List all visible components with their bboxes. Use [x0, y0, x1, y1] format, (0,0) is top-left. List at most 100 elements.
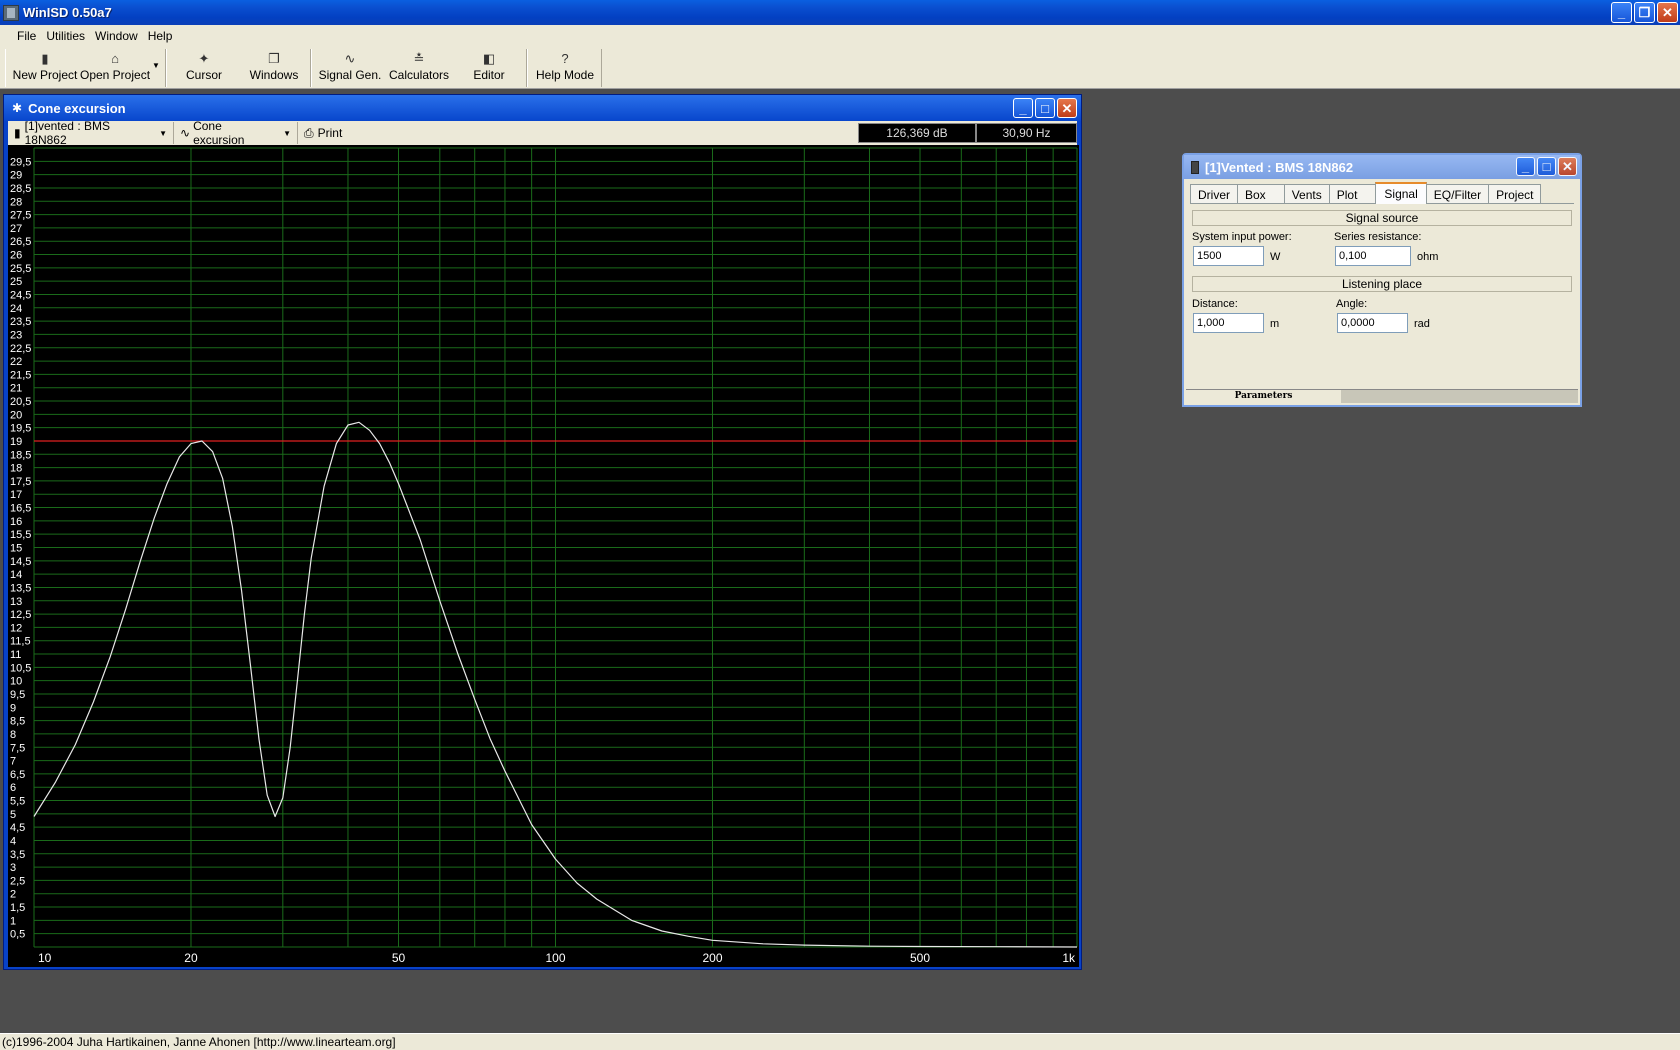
windows-label: Windows: [249, 68, 299, 82]
cone-excursion-titlebar[interactable]: ✱ Cone excursion _ □ ✕: [4, 95, 1081, 121]
signal-tab-panel: Signal source System input power: 1500 W…: [1190, 203, 1574, 383]
y-tick-label: 21,5: [10, 369, 31, 381]
restore-button[interactable]: ❐: [1634, 2, 1655, 23]
cone-excursion-title: Cone excursion: [28, 100, 126, 116]
project-select-value: [1]vented : BMS 18N862: [24, 119, 110, 147]
tab-driver[interactable]: Driver: [1190, 184, 1238, 204]
new-project-icon: ▮: [41, 51, 49, 66]
y-tick-label: 4,5: [10, 822, 25, 834]
vented-params-window[interactable]: [1]Vented : BMS 18N862 _ □ ✕ Driver Box …: [1182, 153, 1582, 407]
calculator-icon: ≛: [413, 51, 425, 66]
y-tick-label: 29,5: [10, 156, 31, 168]
open-project-button[interactable]: ⌂ Open Project: [80, 51, 150, 87]
signal-generator-icon: ∿: [344, 51, 356, 66]
distance-label: Distance:: [1192, 298, 1238, 310]
menu-help[interactable]: Help: [143, 29, 178, 43]
y-tick-label: 13: [10, 596, 22, 608]
resistance-unit: ohm: [1417, 251, 1439, 263]
cone-excursion-plot[interactable]: 29,5 29 28,5 28 27,5 27 26,5 26 25,5 25 24,5 24 23,5…: [8, 145, 1079, 967]
y-tick-label: 27: [10, 223, 22, 235]
x-tick-label: 500: [910, 951, 930, 965]
params-caption-buttons: _ □ ✕: [1516, 157, 1577, 176]
y-tick-label: 15: [10, 543, 22, 555]
tab-eq-filter[interactable]: EQ/Filter: [1425, 184, 1490, 204]
project-select[interactable]: ▮ [1]vented : BMS 18N862 ▼: [8, 119, 174, 147]
print-button[interactable]: ⎙ Print: [298, 122, 348, 144]
system-input-power-field[interactable]: 1500: [1193, 246, 1264, 266]
tab-project[interactable]: Project: [1488, 184, 1542, 204]
signal-gen-button[interactable]: ∿ Signal Gen.: [319, 51, 382, 87]
y-tick-label: 1: [10, 915, 16, 927]
y-tick-label: 24,5: [10, 289, 31, 301]
params-close-button[interactable]: ✕: [1558, 157, 1577, 176]
series-resistance-field[interactable]: 0,100: [1335, 246, 1411, 266]
editor-label: Editor: [473, 68, 505, 82]
y-tick-label: 16,5: [10, 503, 31, 515]
y-tick-label: 18,5: [10, 449, 31, 461]
tab-vents[interactable]: Vents: [1283, 184, 1330, 204]
y-tick-label: 8: [10, 729, 16, 741]
help-mode-button[interactable]: ? Help Mode: [536, 51, 594, 87]
new-project-label: New Project: [12, 68, 78, 82]
y-tick-label: 13,5: [10, 582, 31, 594]
params-maximize-button[interactable]: □: [1537, 157, 1556, 176]
tab-signal[interactable]: Signal: [1375, 182, 1427, 204]
new-project-button[interactable]: ▮ New Project: [12, 51, 78, 87]
y-tick-label: 14: [10, 569, 22, 581]
y-tick-label: 28,5: [10, 183, 31, 195]
graph-type-dropdown-icon: ▼: [283, 128, 291, 138]
graph-window-caption-buttons: _ □ ✕: [1013, 98, 1077, 118]
system-input-power-label: System input power:: [1192, 231, 1292, 243]
parameters-bottom-tab[interactable]: Parameters: [1186, 390, 1341, 403]
graph-maximize-button[interactable]: □: [1035, 98, 1055, 118]
windows-button[interactable]: ❐ Windows: [246, 51, 302, 87]
y-tick-label: 26: [10, 250, 22, 262]
menu-window[interactable]: Window: [90, 29, 143, 43]
y-tick-label: 12: [10, 622, 22, 634]
cursor-button[interactable]: ✦ Cursor: [180, 51, 228, 87]
y-tick-label: 17: [10, 489, 22, 501]
params-minimize-button[interactable]: _: [1516, 157, 1535, 176]
y-tick-label: 1,5: [10, 902, 25, 914]
y-tick-label: 24: [10, 303, 22, 315]
x-tick-label: 10: [38, 951, 52, 965]
app-title: WinISD 0.50a7: [23, 5, 112, 20]
y-tick-label: 11,5: [10, 636, 31, 648]
y-tick-label: 5: [10, 809, 16, 821]
app-caption-buttons: _ ❐ ✕: [1611, 2, 1678, 23]
y-tick-label: 15,5: [10, 529, 31, 541]
db-readout: 126,369 dB: [858, 123, 976, 143]
params-bottom-bar: Parameters: [1186, 389, 1578, 403]
listening-place-header: Listening place: [1192, 276, 1572, 292]
minimize-button[interactable]: _: [1611, 2, 1632, 23]
graph-window-icon: ✱: [12, 101, 23, 115]
y-tick-label: 9,5: [10, 689, 25, 701]
menu-file[interactable]: File: [12, 29, 41, 43]
menu-utilities[interactable]: Utilities: [41, 29, 90, 43]
status-bar: (c)1996-2004 Juha Hartikainen, Janne Aho…: [0, 1033, 1680, 1050]
y-tick-label: 0,5: [10, 929, 25, 941]
y-tick-label: 22,5: [10, 343, 31, 355]
y-tick-label: 21: [10, 383, 22, 395]
tab-plot[interactable]: Plot: [1328, 184, 1377, 204]
angle-label: Angle:: [1336, 298, 1368, 310]
help-mode-label: Help Mode: [535, 68, 595, 82]
tab-box[interactable]: Box: [1237, 184, 1285, 204]
app-icon: [3, 4, 19, 21]
open-project-label: Open Project: [79, 68, 151, 82]
calculators-button[interactable]: ≛ Calculators: [389, 51, 449, 87]
x-tick-label: 1k: [1062, 951, 1076, 965]
cone-excursion-window[interactable]: ✱ Cone excursion _ □ ✕ ▮ [1]vented : BMS…: [3, 94, 1082, 970]
angle-field[interactable]: 0,0000: [1337, 313, 1408, 333]
distance-field[interactable]: 1,000: [1193, 313, 1264, 333]
y-tick-label: 28: [10, 196, 22, 208]
params-titlebar[interactable]: [1]Vented : BMS 18N862 _ □ ✕: [1184, 155, 1580, 179]
params-tabs: Driver Box Vents Plot Signal EQ/Filter P…: [1190, 182, 1542, 204]
graph-minimize-button[interactable]: _: [1013, 98, 1033, 118]
editor-button[interactable]: ◧ Editor: [468, 51, 510, 87]
open-project-dropdown-icon[interactable]: ▼: [152, 61, 160, 70]
y-tick-label: 2,5: [10, 875, 25, 887]
graph-type-select[interactable]: ∿ Cone excursion ▼: [174, 119, 298, 147]
close-button[interactable]: ✕: [1657, 2, 1678, 23]
graph-close-button[interactable]: ✕: [1057, 98, 1077, 118]
